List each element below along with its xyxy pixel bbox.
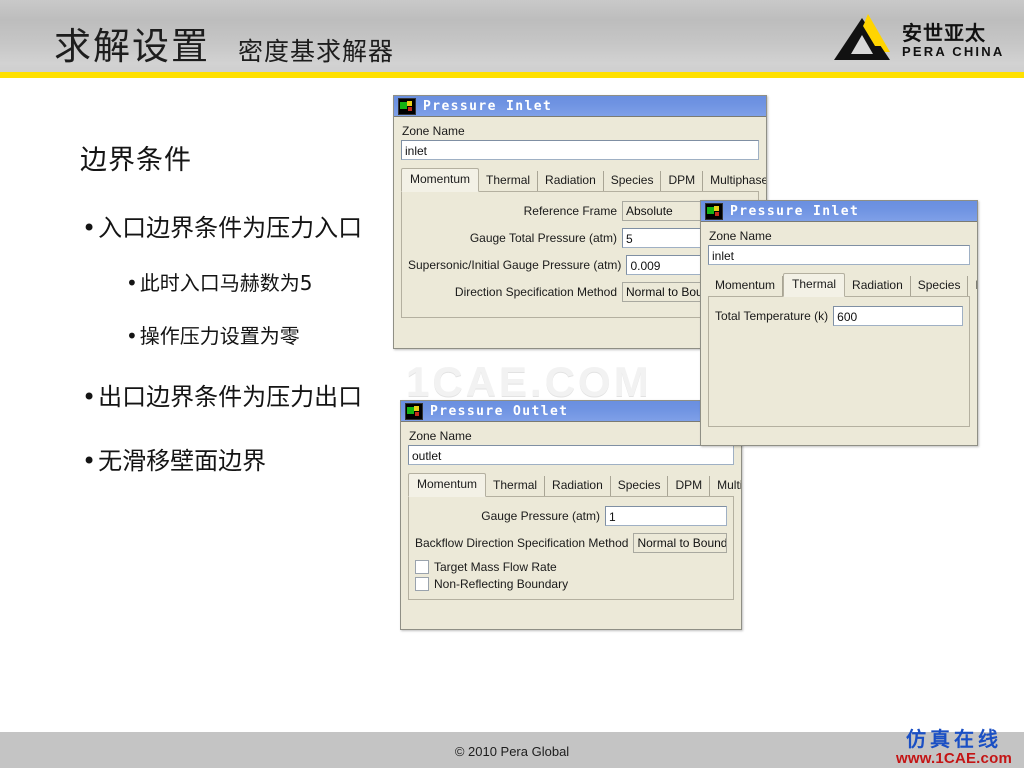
tab-strip[interactable]: Momentum Thermal Radiation Species DPM (708, 273, 977, 297)
tab-species[interactable]: Species (911, 276, 969, 296)
checkbox-row-non-reflecting-boundary[interactable]: Non-Reflecting Boundary (415, 577, 727, 591)
tab-momentum[interactable]: Momentum (408, 473, 487, 497)
fluent-panel-icon (398, 97, 416, 115)
bullet-marker: • (82, 447, 99, 475)
tab-dpm[interactable]: DPM (661, 171, 704, 191)
bullet-item-2: •此时入口马赫数为5 (126, 267, 313, 296)
zone-name-input[interactable]: outlet (408, 445, 734, 465)
checkbox-row-target-mass-flow-rate[interactable]: Target Mass Flow Rate (415, 560, 727, 574)
tab-radiation[interactable]: Radiation (845, 276, 911, 296)
dialog-body: Zone Name inlet Momentum Thermal Radiati… (701, 222, 977, 434)
tab-dpm[interactable]: DPM (668, 476, 711, 496)
pera-china-logo: 安世亚太 PERA CHINA (832, 8, 1010, 66)
corner-watermark: 仿真在线 www.1CAE.com (896, 729, 1012, 766)
fluent-panel-icon (705, 202, 723, 220)
gauge-pressure-input[interactable]: 1 (605, 506, 727, 526)
non-reflecting-boundary-label: Non-Reflecting Boundary (434, 577, 569, 591)
tab-species[interactable]: Species (604, 171, 662, 191)
bullet-text: 入口边界条件为压力入口 (98, 214, 363, 242)
header-accent-rule (0, 72, 1024, 78)
tab-panel-thermal: Total Temperature (k) 600 (708, 297, 970, 427)
dialog-title: Pressure Inlet (730, 203, 860, 219)
zone-name-label: Zone Name (709, 229, 772, 243)
supersonic-gauge-pressure-label: Supersonic/Initial Gauge Pressure (atm) (408, 258, 622, 272)
dialog-title: Pressure Inlet (423, 98, 553, 114)
fluent-panel-icon (405, 402, 423, 420)
page-title: 求解设置 (54, 25, 210, 68)
tab-multiphase[interactable]: Multiphase (703, 171, 766, 191)
field-row-gauge-pressure: Gauge Pressure (atm) 1 (415, 506, 727, 526)
dialog-titlebar[interactable]: Pressure Outlet (401, 401, 741, 422)
bullet-item-4: •出口边界条件为压力出口 (82, 377, 362, 412)
bullet-text: 此时入口马赫数为5 (139, 271, 313, 295)
target-mass-flow-rate-checkbox[interactable] (415, 560, 429, 574)
page-subtitle: 密度基求解器 (238, 37, 395, 66)
center-watermark: 1CAE.COM (406, 358, 652, 405)
tab-strip[interactable]: Momentum Thermal Radiation Species DPM M… (408, 473, 741, 497)
target-mass-flow-rate-label: Target Mass Flow Rate (434, 560, 557, 574)
zone-name-label: Zone Name (402, 124, 465, 138)
dialog-body: Zone Name outlet Momentum Thermal Radiat… (401, 422, 741, 607)
corner-watermark-cn: 仿真在线 (905, 727, 1002, 751)
tab-radiation[interactable]: Radiation (545, 476, 611, 496)
tab-dpm[interactable]: DPM (968, 276, 977, 296)
tab-thermal[interactable]: Thermal (479, 171, 539, 191)
tab-momentum[interactable]: Momentum (708, 276, 784, 296)
bullet-marker: • (82, 383, 99, 411)
footer-copyright: © 2010 Pera Global (454, 744, 570, 759)
reference-frame-label: Reference Frame (523, 204, 617, 218)
total-temperature-input[interactable]: 600 (833, 306, 963, 326)
zone-name-label: Zone Name (409, 429, 472, 443)
zone-name-input[interactable]: inlet (401, 140, 759, 160)
tab-multiphase[interactable]: Multipha (710, 476, 741, 496)
bullet-marker: • (82, 214, 99, 242)
dialog-title: Pressure Outlet (430, 403, 569, 419)
tab-strip[interactable]: Momentum Thermal Radiation Species DPM M… (401, 168, 766, 192)
tab-thermal[interactable]: Thermal (783, 273, 846, 297)
bullet-item-3: •操作压力设置为零 (126, 320, 300, 349)
svg-text:PERA CHINA: PERA CHINA (902, 44, 1004, 59)
bullet-text: 出口边界条件为压力出口 (98, 383, 363, 411)
corner-watermark-url: www.1CAE.com (895, 750, 1012, 767)
bullet-text: 无滑移壁面边界 (98, 447, 267, 475)
tab-thermal[interactable]: Thermal (486, 476, 546, 496)
backflow-direction-spec-select[interactable]: Normal to Boundary (633, 533, 727, 553)
gauge-total-pressure-label: Gauge Total Pressure (atm) (469, 231, 617, 245)
svg-text:安世亚太: 安世亚太 (902, 21, 986, 45)
dialog-pressure-outlet[interactable]: Pressure Outlet Zone Name outlet Momentu… (400, 400, 742, 630)
dialog-titlebar[interactable]: Pressure Inlet (394, 96, 766, 117)
tab-radiation[interactable]: Radiation (538, 171, 604, 191)
field-row-backflow-direction-spec: Backflow Direction Specification Method … (415, 533, 727, 553)
backflow-direction-spec-label: Backflow Direction Specification Method (415, 536, 629, 550)
bullet-item-5: •无滑移壁面边界 (82, 441, 266, 476)
direction-spec-method-label: Direction Specification Method (454, 285, 617, 299)
gauge-pressure-label: Gauge Pressure (atm) (481, 509, 600, 523)
zone-name-input[interactable]: inlet (708, 245, 970, 265)
tab-species[interactable]: Species (611, 476, 669, 496)
bullet-marker: • (126, 271, 140, 295)
bullet-text: 操作压力设置为零 (139, 324, 300, 348)
bullet-marker: • (126, 324, 140, 348)
bullet-item-1: •入口边界条件为压力入口 (82, 208, 362, 243)
section-heading: 边界条件 (80, 145, 192, 176)
total-temperature-label: Total Temperature (k) (715, 309, 829, 323)
dialog-pressure-inlet-thermal[interactable]: Pressure Inlet Zone Name inlet Momentum … (700, 200, 978, 446)
tab-momentum[interactable]: Momentum (401, 168, 480, 192)
non-reflecting-boundary-checkbox[interactable] (415, 577, 429, 591)
dialog-titlebar[interactable]: Pressure Inlet (701, 201, 977, 222)
field-row-total-temperature: Total Temperature (k) 600 (715, 306, 963, 326)
tab-panel-momentum: Gauge Pressure (atm) 1 Backflow Directio… (408, 497, 734, 600)
